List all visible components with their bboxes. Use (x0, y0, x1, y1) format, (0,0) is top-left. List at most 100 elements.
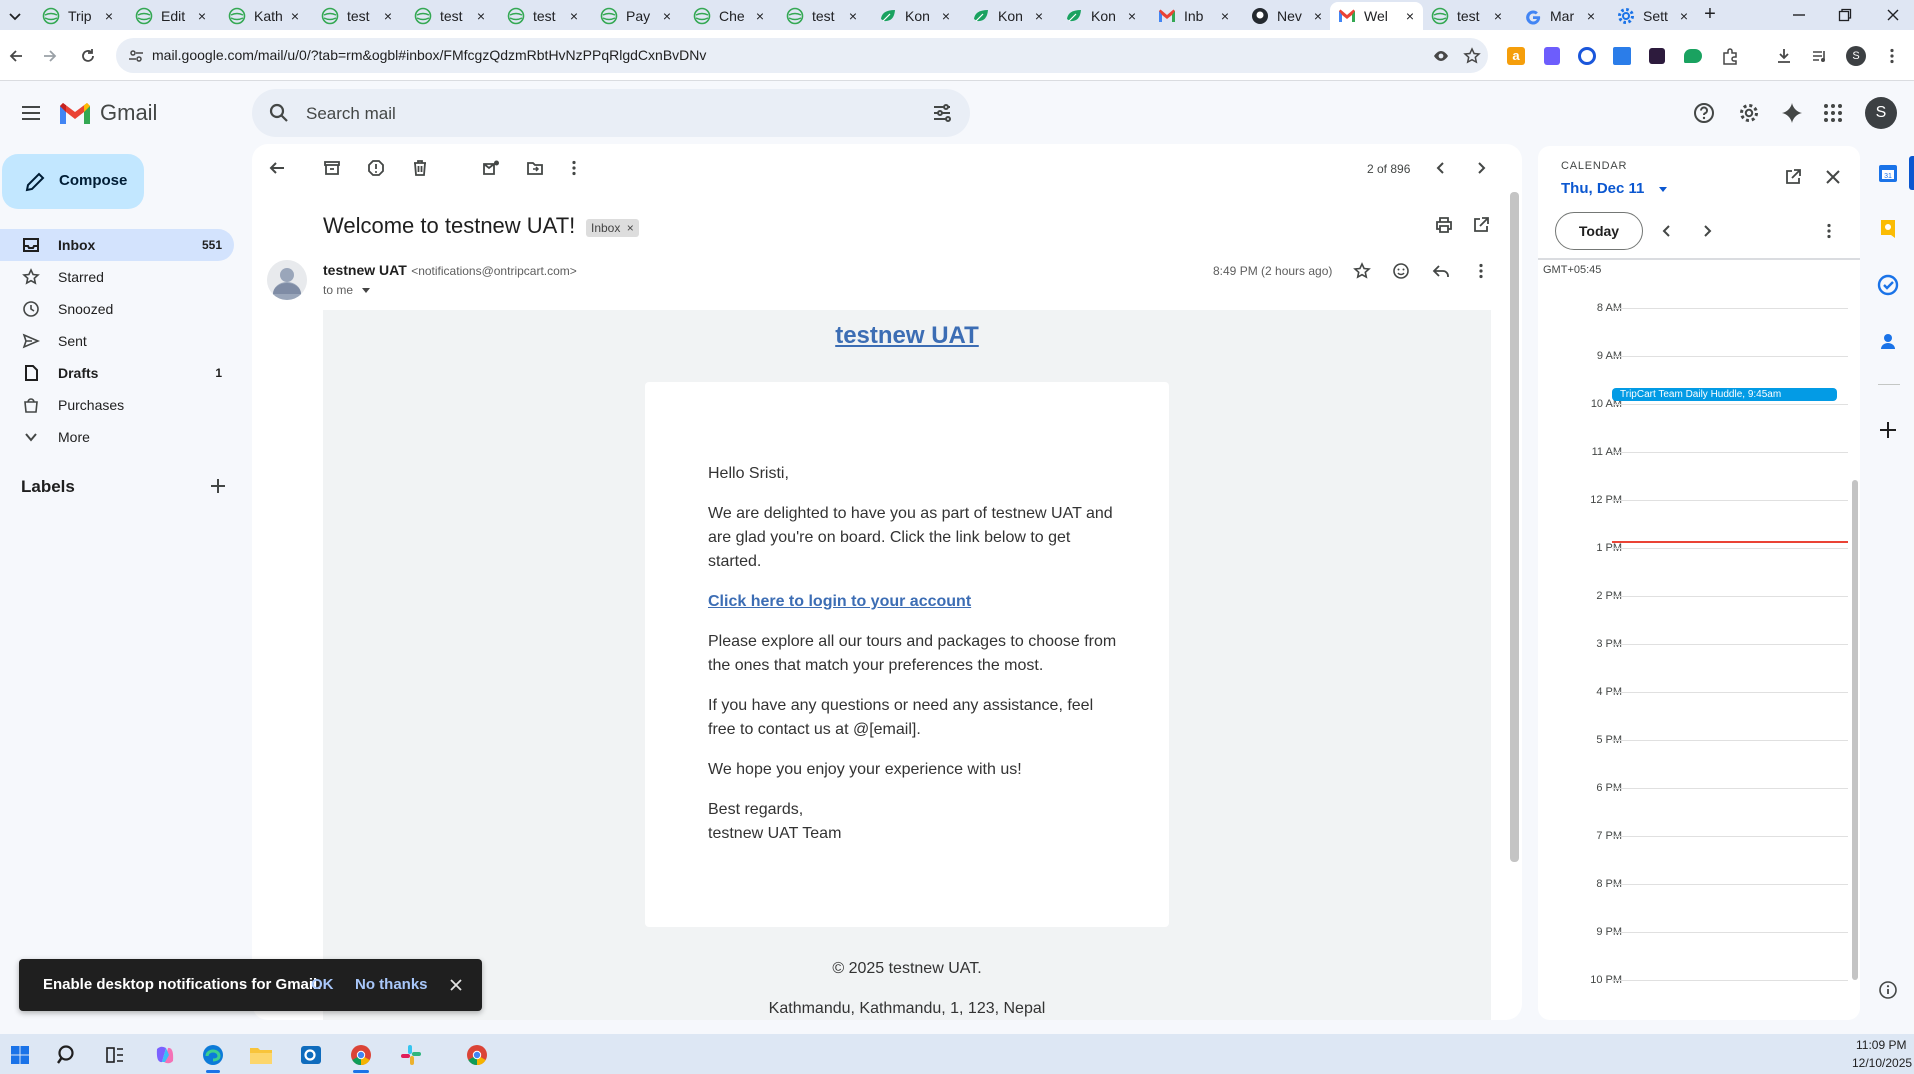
sidebar-item-drafts[interactable]: Drafts 1 (0, 357, 234, 389)
today-button[interactable]: Today (1555, 212, 1643, 250)
get-addons-plus-icon[interactable] (1876, 418, 1900, 442)
close-tab-icon[interactable]: × (753, 9, 767, 23)
next-day-chevron-icon[interactable] (1698, 222, 1716, 240)
search-options-icon[interactable] (932, 103, 952, 123)
help-icon[interactable] (1693, 102, 1715, 124)
close-tab-icon[interactable]: × (1491, 9, 1505, 23)
purple-extension-icon[interactable] (1540, 44, 1564, 68)
snackbar-ok-button[interactable]: OK (311, 976, 334, 993)
create-label-button[interactable] (208, 476, 228, 496)
browser-tab[interactable]: Nev × (1243, 2, 1331, 30)
puzzle-extensions-icon[interactable] (1718, 44, 1742, 68)
search-icon[interactable] (268, 102, 290, 124)
taskbar-time[interactable]: 11:09 PM (1856, 1038, 1906, 1052)
hour-row[interactable]: 5 PM (1538, 734, 1860, 754)
calendar-options-icon[interactable] (1820, 222, 1838, 240)
hour-row[interactable]: 8 AM (1538, 302, 1860, 322)
browser-tab[interactable]: Wel × (1330, 2, 1423, 30)
url-text[interactable]: mail.google.com/mail/u/0/?tab=rm&ogbl#in… (152, 47, 706, 63)
snackbar-close-icon[interactable] (448, 977, 464, 993)
bookmark-star-icon[interactable] (1463, 47, 1481, 65)
sender-avatar[interactable] (267, 260, 307, 300)
side-panel-info-icon[interactable] (1876, 978, 1900, 1002)
hour-row[interactable]: 4 PM (1538, 686, 1860, 706)
green-leaf-extension-icon[interactable] (1681, 44, 1705, 68)
open-calendar-new-tab-icon[interactable] (1784, 168, 1802, 186)
search-bar[interactable]: Search mail (252, 89, 970, 137)
windows-start-icon[interactable] (5, 1040, 35, 1070)
report-spam-icon[interactable] (365, 157, 387, 179)
browser-tab[interactable]: test × (406, 2, 494, 30)
print-icon[interactable] (1433, 214, 1455, 236)
chrome-icon[interactable] (346, 1040, 376, 1070)
chrome-profile-icon[interactable] (462, 1040, 492, 1070)
close-tab-icon[interactable]: × (195, 9, 209, 23)
calendar-scrollbar[interactable] (1852, 480, 1858, 980)
sidebar-item-sent[interactable]: Sent (0, 325, 234, 357)
close-tab-icon[interactable]: × (1584, 9, 1598, 23)
hour-row[interactable]: 8 PM (1538, 878, 1860, 898)
tab-search-icon[interactable] (6, 7, 24, 25)
sidebar-item-snoozed[interactable]: Snoozed (0, 293, 234, 325)
snackbar-no-thanks-button[interactable]: No thanks (355, 976, 428, 993)
hour-row[interactable]: 3 PM (1538, 638, 1860, 658)
close-calendar-icon[interactable] (1824, 168, 1842, 186)
close-tab-icon[interactable]: × (102, 9, 116, 23)
account-avatar[interactable]: S (1865, 97, 1897, 129)
back-arrow-icon[interactable] (4, 44, 28, 68)
calendar-app-icon[interactable]: 31 (1876, 161, 1900, 185)
browser-tab[interactable]: Kon × (871, 2, 959, 30)
hour-row[interactable]: 1 PM (1538, 542, 1860, 562)
browser-tab[interactable]: Pay × (592, 2, 680, 30)
sidebar-item-more[interactable]: More (0, 421, 234, 453)
task-view-icon[interactable] (100, 1040, 130, 1070)
recipient-details-caret-icon[interactable] (362, 288, 371, 294)
reply-icon[interactable] (1430, 260, 1452, 282)
browser-tab[interactable]: Edit × (127, 2, 215, 30)
close-tab-icon[interactable]: × (1403, 9, 1417, 23)
media-controls-icon[interactable] (1808, 44, 1832, 68)
browser-tab[interactable]: test × (778, 2, 866, 30)
browser-tab[interactable]: Inb × (1150, 2, 1238, 30)
compose-button[interactable]: Compose (2, 154, 144, 209)
close-tab-icon[interactable]: × (474, 9, 488, 23)
site-info-icon[interactable] (127, 47, 145, 65)
browser-tab[interactable]: Mar × (1516, 2, 1604, 30)
file-explorer-icon[interactable] (246, 1040, 276, 1070)
close-tab-icon[interactable]: × (567, 9, 581, 23)
eye-slash-icon[interactable] (1432, 47, 1450, 65)
settings-gear-icon[interactable] (1738, 102, 1760, 124)
tasks-app-icon[interactable] (1876, 273, 1900, 297)
hour-row[interactable]: 10 PM (1538, 974, 1860, 994)
hour-row[interactable]: 9 PM (1538, 926, 1860, 946)
close-tab-icon[interactable]: × (288, 9, 302, 23)
browser-tab[interactable]: Kath × (220, 2, 308, 30)
hour-row[interactable]: 2 PM (1538, 590, 1860, 610)
emoji-reaction-icon[interactable] (1390, 260, 1412, 282)
delete-trash-icon[interactable] (409, 157, 431, 179)
login-link[interactable]: Click here to login to your account (708, 590, 1118, 614)
back-to-inbox-icon[interactable] (266, 157, 288, 179)
close-tab-icon[interactable]: × (381, 9, 395, 23)
move-to-folder-icon[interactable] (524, 157, 546, 179)
contacts-app-icon[interactable] (1876, 329, 1900, 353)
browser-tab[interactable]: Sett × (1609, 2, 1697, 30)
gmail-logo[interactable]: Gmail (58, 98, 157, 128)
browser-tab[interactable]: Kon × (964, 2, 1052, 30)
slack-icon[interactable] (396, 1040, 426, 1070)
sender-name[interactable]: testnew UAT (323, 262, 407, 278)
hour-row[interactable]: 12 PM (1538, 494, 1860, 514)
minimize-window-button[interactable] (1790, 6, 1808, 24)
edge-browser-icon[interactable] (198, 1040, 228, 1070)
sender-email[interactable]: <notifications@ontripcart.com> (411, 264, 577, 278)
close-tab-icon[interactable]: × (1125, 9, 1139, 23)
inbox-label-chip[interactable]: Inbox × (586, 219, 639, 237)
new-tab-button[interactable]: + (1700, 4, 1720, 25)
calendar-event[interactable]: TripCart Team Daily Huddle, 9:45am (1612, 388, 1837, 401)
close-tab-icon[interactable]: × (660, 9, 674, 23)
close-tab-icon[interactable]: × (1032, 9, 1046, 23)
reload-icon[interactable] (76, 44, 100, 68)
open-in-new-window-icon[interactable] (1470, 214, 1492, 236)
remove-label-x-icon[interactable]: × (627, 221, 634, 235)
gemini-sparkle-icon[interactable] (1780, 101, 1804, 125)
